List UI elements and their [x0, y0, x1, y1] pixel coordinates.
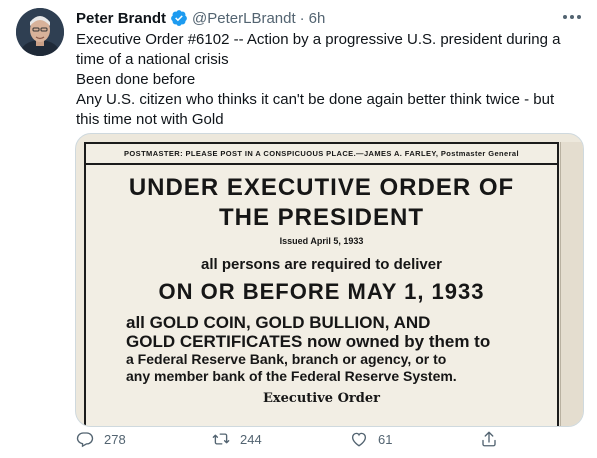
tweet-media-image[interactable]: POSTMASTER: PLEASE POST IN A CONSPICUOUS… — [75, 133, 584, 427]
author-handle[interactable]: @PeterLBrandt — [192, 10, 296, 27]
poster-edge-strip — [560, 142, 583, 426]
executive-order-poster: POSTMASTER: PLEASE POST IN A CONSPICUOUS… — [84, 142, 559, 426]
poster-signature: Executive Order — [263, 391, 380, 406]
tweet-text-line: Any U.S. citizen who thinks it can't be … — [76, 91, 555, 128]
like-icon — [351, 432, 367, 447]
tweet-timestamp[interactable]: 6h — [309, 10, 326, 27]
like-button[interactable]: 61 — [350, 429, 392, 449]
poster-federal-line: a Federal Reserve Bank, branch or agency… — [126, 351, 447, 367]
tweet-text: Executive Order #6102 -- Action by a pro… — [76, 30, 580, 130]
poster-rule — [86, 163, 557, 165]
tweet-header: Peter Brandt @PeterLBrandt · 6h — [76, 8, 325, 28]
poster-deadline: ON OR BEFORE MAY 1, 1933 — [158, 279, 485, 304]
avatar[interactable] — [16, 8, 64, 56]
more-options-icon[interactable] — [561, 6, 583, 28]
poster-postmaster-line: POSTMASTER: PLEASE POST IN A CONSPICUOUS… — [124, 149, 519, 158]
retweet-button[interactable]: 244 — [212, 429, 262, 449]
retweet-count: 244 — [240, 431, 262, 447]
tweet-text-line: Been done before — [76, 71, 196, 88]
reply-icon — [76, 432, 94, 448]
like-count: 61 — [378, 431, 393, 447]
reply-button[interactable]: 278 — [76, 429, 126, 449]
poster-headline-1: UNDER EXECUTIVE ORDER OF — [128, 174, 515, 201]
tweet-card[interactable]: Peter Brandt @PeterLBrandt · 6h Executiv… — [0, 0, 597, 458]
poster-federal-line: any member bank of the Federal Reserve S… — [126, 368, 457, 384]
poster-headline-2: THE PRESIDENT — [218, 204, 425, 231]
separator-dot: · — [299, 9, 305, 27]
poster-gold-line: all GOLD COIN, GOLD BULLION, AND — [126, 313, 431, 332]
avatar-portrait-icon — [16, 8, 64, 56]
tweet-text-line: Executive Order #6102 -- Action by a pro… — [76, 31, 561, 68]
share-button[interactable] — [480, 429, 498, 449]
verified-badge-icon — [171, 10, 187, 26]
tweet-actions: 278 244 61 — [76, 429, 506, 449]
author-name[interactable]: Peter Brandt — [76, 10, 166, 27]
poster-persons-line: all persons are required to deliver — [201, 256, 442, 273]
share-icon — [482, 431, 496, 447]
poster-issued-date: Issued April 5, 1933 — [279, 236, 364, 246]
retweet-icon — [212, 433, 230, 445]
reply-count: 278 — [104, 431, 126, 447]
poster-gold-line: GOLD CERTIFICATES now owned by them to — [126, 332, 491, 351]
